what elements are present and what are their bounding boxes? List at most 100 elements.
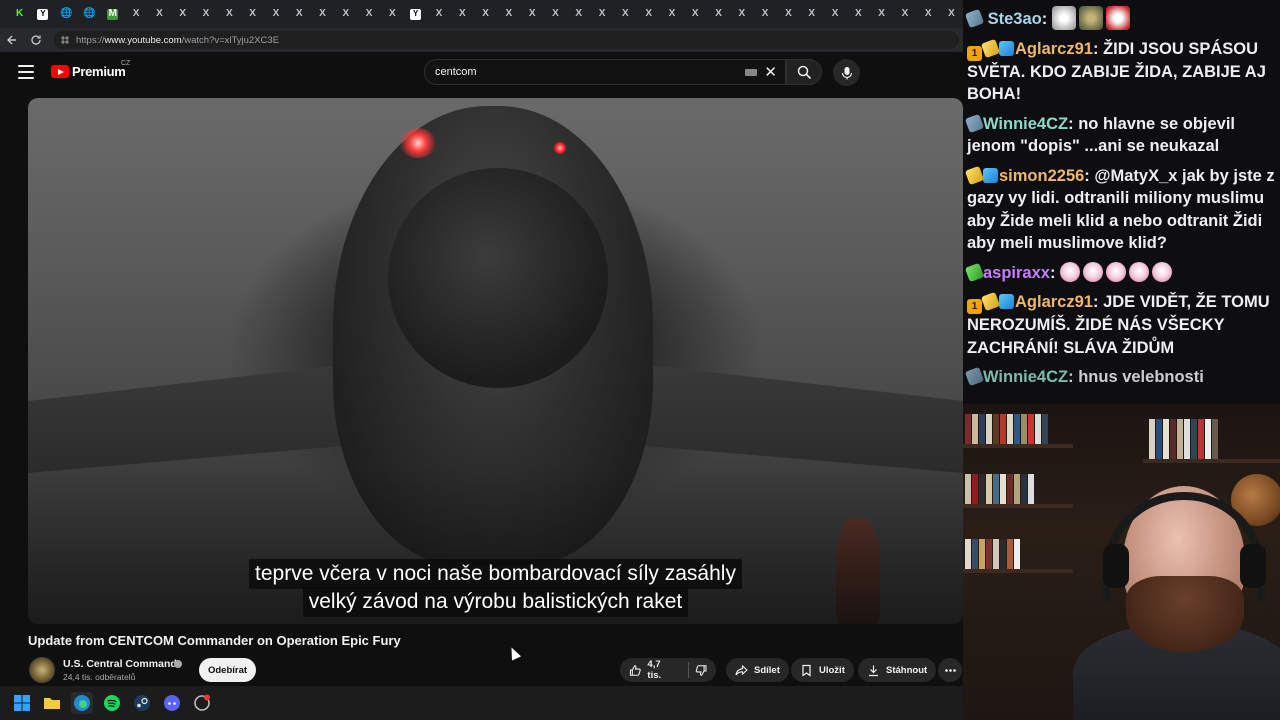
tab-favicon-icon: X — [691, 8, 699, 19]
steam-icon[interactable] — [131, 692, 153, 714]
browser-tab[interactable]: X — [171, 4, 194, 24]
green-wand-badge-icon — [964, 262, 985, 282]
url-path: /watch?v=xlTyju2XC3E — [181, 34, 280, 46]
browser-tab[interactable]: Y — [31, 4, 54, 24]
url-field[interactable]: https://www.youtube.com/watch?v=xlTyju2X… — [54, 31, 959, 49]
browser-tab[interactable]: X — [823, 4, 846, 24]
browser-tab[interactable]: X — [474, 4, 497, 24]
browser-tab[interactable]: X — [311, 4, 334, 24]
edge-browser-icon[interactable] — [71, 692, 93, 714]
browser-tab[interactable]: X — [730, 4, 753, 24]
browser-tab[interactable]: X — [334, 4, 357, 24]
windows-start-icon[interactable] — [11, 692, 33, 714]
menu-icon[interactable] — [18, 65, 34, 79]
browser-tab[interactable]: X — [194, 4, 217, 24]
search-input[interactable]: centcom ✕ — [424, 59, 786, 85]
browser-tab[interactable]: X — [940, 4, 963, 24]
browser-tab[interactable]: X — [148, 4, 171, 24]
browser-tab[interactable]: X — [264, 4, 287, 24]
chat-username[interactable]: Aglarcz91 — [1015, 293, 1093, 311]
tab-favicon-icon: X — [761, 8, 769, 19]
browser-tab[interactable]: X — [567, 4, 590, 24]
more-actions-button[interactable] — [938, 658, 962, 682]
video-player[interactable]: teprve včera v noci naše bombardovací sí… — [28, 98, 963, 624]
discord-icon[interactable] — [161, 692, 183, 714]
channel-avatar[interactable] — [29, 657, 55, 683]
browser-address-bar: https://www.youtube.com/watch?v=xlTyju2X… — [0, 28, 963, 52]
browser-tab[interactable]: X — [660, 4, 683, 24]
browser-tab[interactable]: X — [427, 4, 450, 24]
browser-tab[interactable]: 🌐 — [78, 4, 101, 24]
keyboard-icon[interactable] — [745, 69, 757, 76]
tab-favicon-icon: Y — [37, 8, 49, 20]
browser-tab[interactable]: X — [614, 4, 637, 24]
share-icon — [735, 664, 748, 675]
browser-tab[interactable]: M — [101, 4, 124, 24]
clear-search-icon[interactable]: ✕ — [764, 63, 777, 81]
search-button[interactable] — [786, 59, 822, 85]
back-icon[interactable] — [0, 28, 24, 52]
browser-tab[interactable]: X — [521, 4, 544, 24]
browser-tab[interactable]: X — [800, 4, 823, 24]
browser-tab[interactable]: X — [124, 4, 147, 24]
browser-tab[interactable]: X — [218, 4, 241, 24]
more-icon — [944, 668, 956, 672]
headphone-cup-right — [1240, 544, 1266, 588]
subtitle-line-1: teprve včera v noci naše bombardovací sí… — [28, 559, 963, 589]
save-button[interactable]: Uložit — [791, 658, 854, 682]
browser-tab[interactable]: X — [777, 4, 800, 24]
browser-tab[interactable]: X — [870, 4, 893, 24]
tab-favicon-icon: X — [831, 8, 839, 19]
chat-username[interactable]: Winnie4CZ — [983, 115, 1068, 133]
url-prefix: https:// — [76, 34, 105, 46]
browser-tab[interactable]: X — [288, 4, 311, 24]
browser-tab[interactable]: X — [847, 4, 870, 24]
browser-tab[interactable]: X — [684, 4, 707, 24]
chat-username[interactable]: Winnie4CZ — [983, 368, 1068, 386]
browser-tab[interactable]: X — [917, 4, 940, 24]
chat-username[interactable]: Aglarcz91 — [1015, 40, 1093, 58]
browser-tab[interactable]: X — [497, 4, 520, 24]
mouse-cursor — [506, 645, 522, 661]
like-button[interactable]: 4,7 tis. — [620, 658, 716, 682]
channel-name[interactable]: U.S. Central Command — [63, 658, 177, 670]
tab-favicon-icon: X — [552, 8, 559, 19]
browser-tab[interactable]: X — [241, 4, 264, 24]
download-button[interactable]: Stáhnout — [858, 658, 937, 682]
browser-tab[interactable]: K — [8, 4, 31, 24]
browser-tab[interactable]: 🌐 — [55, 4, 78, 24]
chat-username[interactable]: aspiraxx — [983, 264, 1050, 282]
logo-text: Premium — [72, 64, 126, 79]
browser-tab[interactable]: Y — [404, 4, 427, 24]
chat-username[interactable]: Ste3ao — [988, 10, 1042, 28]
browser-tab[interactable]: X — [381, 4, 404, 24]
tab-favicon-icon: X — [249, 8, 256, 19]
thumbs-down-icon[interactable] — [695, 664, 707, 677]
video-title: Update from CENTCOM Commander on Operati… — [28, 633, 401, 648]
app-notification-icon[interactable] — [191, 692, 213, 714]
browser-tab[interactable]: X — [707, 4, 730, 24]
spotify-icon[interactable] — [101, 692, 123, 714]
subscribe-button[interactable]: Odebírat — [199, 658, 256, 682]
browser-tab[interactable]: X — [451, 4, 474, 24]
share-button[interactable]: Sdílet — [726, 658, 789, 682]
reload-icon[interactable] — [24, 28, 48, 52]
file-explorer-icon[interactable] — [41, 692, 63, 714]
browser-tab[interactable]: X — [590, 4, 613, 24]
browser-tab[interactable]: X — [357, 4, 380, 24]
tab-favicon-icon: X — [878, 8, 885, 19]
tab-favicon-icon: X — [389, 8, 396, 19]
tab-favicon-icon: X — [435, 8, 443, 19]
youtube-premium-logo[interactable]: Premium CZ — [51, 60, 130, 79]
tab-favicon-icon: X — [458, 8, 466, 19]
browser-tab[interactable]: X — [637, 4, 660, 24]
chat-username[interactable]: simon2256 — [999, 167, 1084, 185]
site-info-icon[interactable] — [60, 35, 70, 45]
browser-tab[interactable]: X — [544, 4, 567, 24]
tab-favicon-icon: X — [272, 8, 280, 19]
browser-tab[interactable]: X — [754, 4, 777, 24]
share-label: Sdílet — [754, 664, 780, 676]
voice-search-button[interactable] — [833, 59, 860, 86]
browser-tab[interactable]: X — [893, 4, 916, 24]
verified-icon — [174, 660, 182, 668]
